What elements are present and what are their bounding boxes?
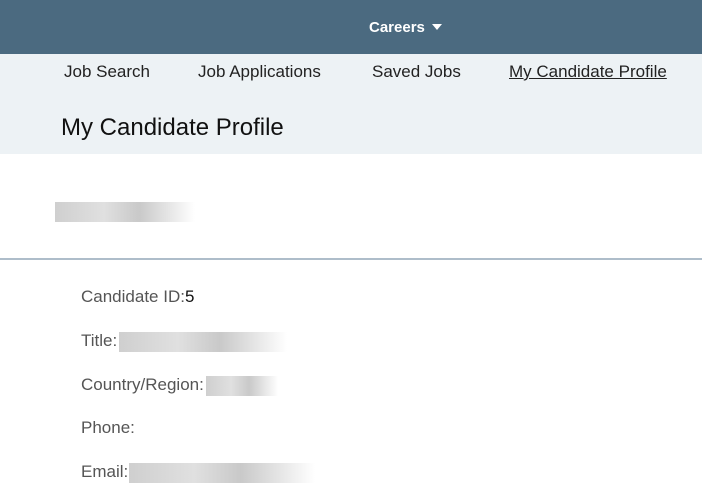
field-label: Country/Region: (81, 375, 204, 394)
candidate-name-section (0, 154, 702, 258)
caret-down-icon (431, 24, 442, 30)
redacted-email-value (129, 463, 315, 483)
top-bar: Careers (0, 0, 702, 54)
field-label: Phone: (81, 418, 135, 437)
careers-menu-label: Careers (369, 18, 425, 36)
page-title: My Candidate Profile (61, 114, 284, 141)
profile-nav: Job Search Job Applications Saved Jobs M… (0, 62, 702, 84)
nav-my-candidate-profile[interactable]: My Candidate Profile (509, 62, 667, 82)
field-candidate-id: Candidate ID:5 (81, 287, 194, 307)
nav-job-applications[interactable]: Job Applications (198, 62, 321, 82)
redacted-title-value (119, 332, 287, 352)
field-title: Title: (81, 331, 117, 351)
field-email: Email: (81, 462, 128, 482)
field-label: Title: (81, 331, 118, 350)
careers-menu-button[interactable]: Careers (369, 16, 442, 38)
field-label: Email: (81, 462, 129, 481)
nav-saved-jobs[interactable]: Saved Jobs (372, 62, 461, 82)
redacted-candidate-name (55, 202, 195, 222)
candidate-id-value: 5 (184, 287, 195, 306)
field-label: Candidate ID: (81, 287, 185, 306)
section-divider (0, 258, 702, 260)
field-country-region: Country/Region: (81, 375, 204, 395)
field-phone: Phone: (81, 418, 135, 438)
nav-job-search[interactable]: Job Search (64, 62, 150, 82)
redacted-country-value (206, 376, 278, 396)
